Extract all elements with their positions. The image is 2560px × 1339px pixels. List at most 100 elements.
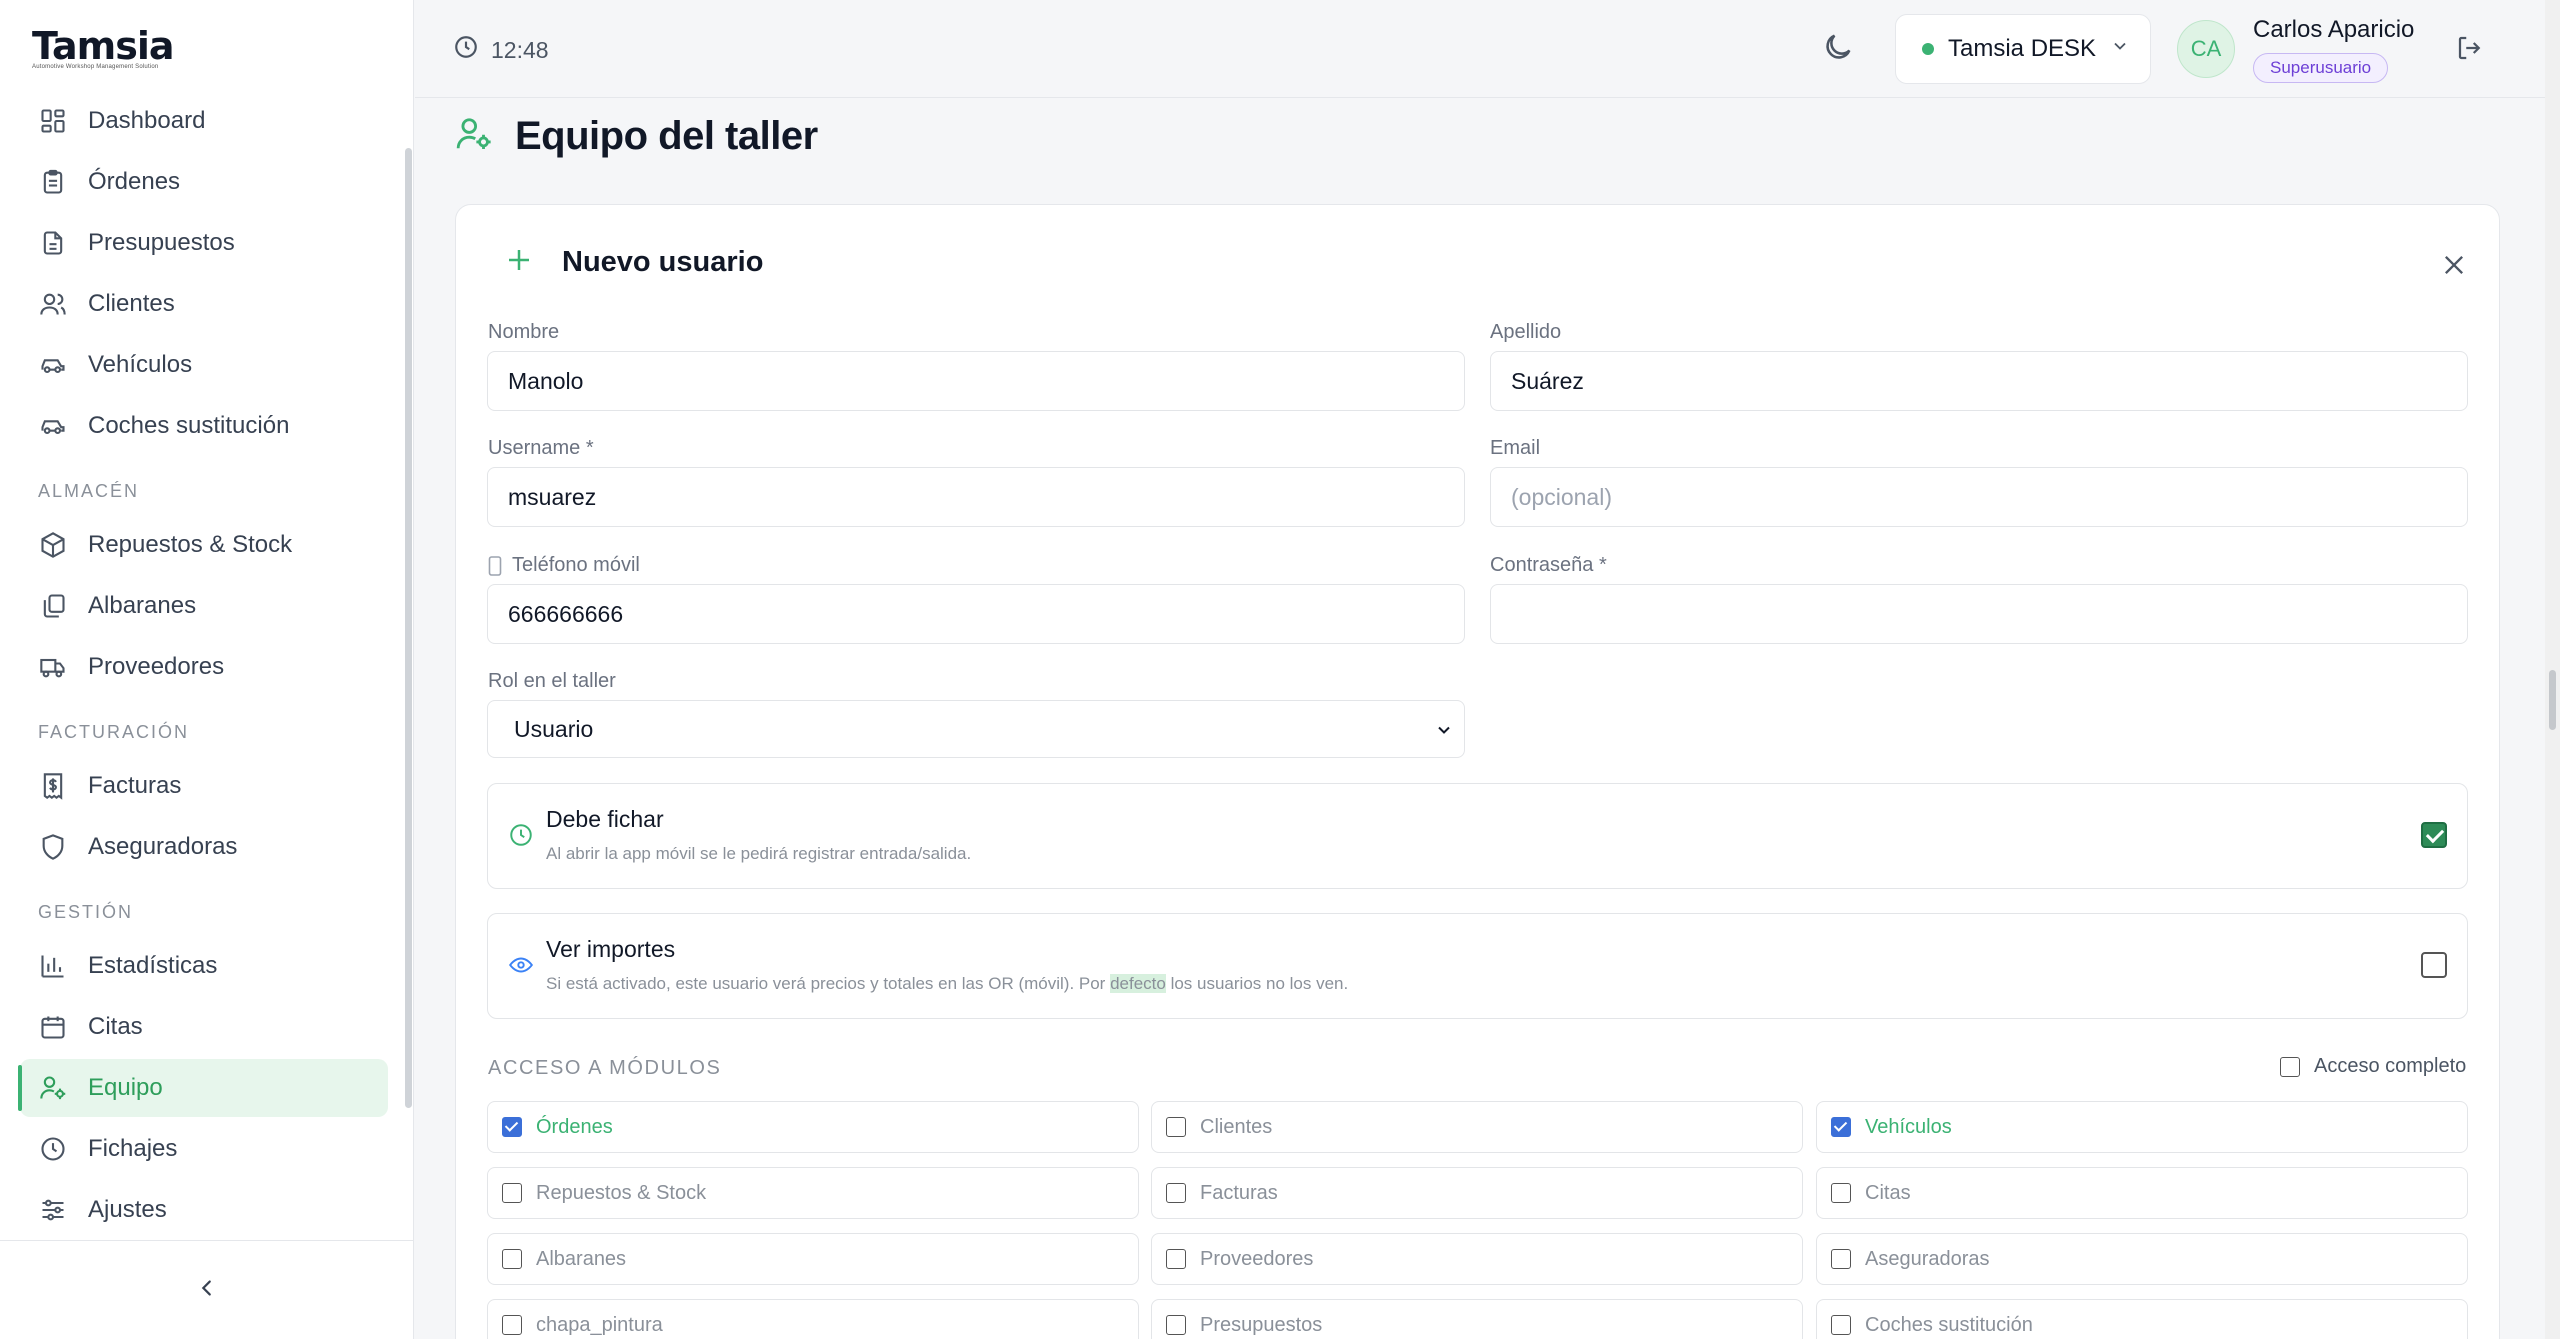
rol-select[interactable]: Usuario — [487, 700, 1465, 758]
nombre-label: Nombre — [488, 321, 560, 343]
module-label: chapa_pintura — [536, 1313, 663, 1336]
sidebar-item-ajustes[interactable]: Ajustes — [20, 1181, 388, 1239]
sidebar-item-dashboard[interactable]: Dashboard — [20, 92, 388, 150]
sidebar-item-label: Clientes — [88, 290, 175, 317]
ver-importes-desc-a: Si está activado, este usuario verá prec… — [546, 974, 1111, 993]
ver-importes-desc-b: los usuarios no los ven. — [1165, 974, 1349, 993]
module-citas[interactable]: Citas — [1816, 1167, 2468, 1219]
module-albaranes[interactable]: Albaranes — [487, 1233, 1139, 1285]
plus-icon — [504, 245, 534, 280]
sidebar-item-repuestos[interactable]: Repuestos & Stock — [20, 516, 388, 574]
clock-icon — [38, 1134, 68, 1164]
copy-icon — [38, 591, 68, 621]
card-title: Nuevo usuario — [562, 246, 764, 278]
module-aseguradoras[interactable]: Aseguradoras — [1816, 1233, 2468, 1285]
sidebar-item-aseguradoras[interactable]: Aseguradoras — [20, 818, 388, 876]
module-checkbox[interactable] — [1831, 1249, 1851, 1269]
module-checkbox[interactable] — [1166, 1117, 1186, 1137]
clock-icon — [453, 34, 491, 66]
logout-button[interactable] — [2455, 33, 2485, 68]
username-input[interactable]: msuarez — [487, 467, 1465, 527]
sidebar-item-presupuestos[interactable]: Presupuestos — [20, 214, 388, 272]
apellido-input[interactable]: Suárez — [1490, 351, 2468, 411]
page-title-text: Equipo del taller — [515, 114, 818, 158]
module-chapa-pintura[interactable]: chapa_pintura — [487, 1299, 1139, 1339]
module-label: Proveedores — [1200, 1247, 1314, 1270]
collapse-sidebar-button[interactable] — [0, 1240, 414, 1339]
module-label: Repuestos & Stock — [536, 1181, 707, 1204]
app-logo[interactable]: Tamsia Automotive Workshop Management So… — [32, 26, 175, 70]
sidebar-item-label: Citas — [88, 1013, 143, 1040]
module-facturas[interactable]: Facturas — [1151, 1167, 1803, 1219]
moon-icon — [1821, 34, 1855, 68]
sidebar-scrollbar[interactable] — [405, 148, 412, 1108]
role-badge: Superusuario — [2253, 53, 2389, 83]
module-ordenes[interactable]: Órdenes — [487, 1101, 1139, 1153]
password-input[interactable] — [1490, 584, 2468, 644]
car-icon — [38, 411, 68, 441]
dashboard-icon — [38, 106, 68, 136]
page-scrollbar[interactable] — [2545, 0, 2560, 1339]
telefono-input[interactable]: 666666666 — [487, 584, 1465, 644]
users-icon — [38, 289, 68, 319]
sidebar-item-proveedores[interactable]: Proveedores — [20, 638, 388, 696]
close-button[interactable] — [2440, 251, 2468, 284]
sidebar-item-facturas[interactable]: Facturas — [20, 757, 388, 815]
debe-fichar-checkbox[interactable] — [2421, 822, 2447, 848]
sidebar-item-label: Vehículos — [88, 351, 193, 378]
module-checkbox[interactable] — [1166, 1249, 1186, 1269]
module-repuestos[interactable]: Repuestos & Stock — [487, 1167, 1139, 1219]
full-access-toggle[interactable]: Acceso completo — [2280, 1055, 2466, 1078]
module-checkbox[interactable] — [502, 1249, 522, 1269]
module-checkbox[interactable] — [1831, 1183, 1851, 1203]
username-label: Username * — [488, 437, 594, 459]
module-clientes[interactable]: Clientes — [1151, 1101, 1803, 1153]
section-almacen: ALMACÉN — [38, 480, 140, 501]
sidebar-item-estadisticas[interactable]: Estadísticas — [20, 937, 388, 995]
module-vehiculos[interactable]: Vehículos — [1816, 1101, 2468, 1153]
sidebar-item-clientes[interactable]: Clientes — [20, 275, 388, 333]
sidebar-item-citas[interactable]: Citas — [20, 998, 388, 1056]
car-icon — [38, 350, 68, 380]
box-icon — [38, 530, 68, 560]
full-access-checkbox[interactable] — [2280, 1056, 2300, 1077]
module-presupuestos[interactable]: Presupuestos — [1151, 1299, 1803, 1339]
module-checkbox[interactable] — [1831, 1117, 1851, 1137]
logout-icon — [2455, 36, 2485, 67]
sidebar-item-albaranes[interactable]: Albaranes — [20, 577, 388, 635]
page-scrollbar-thumb[interactable] — [2549, 670, 2556, 730]
sidebar-item-equipo[interactable]: Equipo — [18, 1059, 388, 1117]
sidebar-item-fichajes[interactable]: Fichajes — [20, 1120, 388, 1178]
email-input[interactable]: (opcional) — [1490, 467, 2468, 527]
clipboard-icon — [38, 167, 68, 197]
sidebar-item-label: Fichajes — [88, 1135, 178, 1162]
debe-fichar-option: Debe fichar Al abrir la app móvil se le … — [487, 783, 2468, 889]
module-checkbox[interactable] — [1831, 1315, 1851, 1335]
highlighted-word: defecto — [1110, 974, 1166, 993]
module-checkbox[interactable] — [502, 1117, 522, 1137]
sidebar-item-label: Órdenes — [88, 168, 181, 195]
module-checkbox[interactable] — [1166, 1315, 1186, 1335]
sidebar-item-ordenes[interactable]: Órdenes — [20, 153, 388, 211]
module-coches-sustitucion[interactable]: Coches sustitución — [1816, 1299, 2468, 1339]
module-checkbox[interactable] — [502, 1315, 522, 1335]
nombre-input[interactable]: Manolo — [487, 351, 1465, 411]
card-header: Nuevo usuario — [504, 245, 763, 280]
module-checkbox[interactable] — [502, 1183, 522, 1203]
module-label: Coches sustitución — [1865, 1313, 2033, 1336]
ver-importes-checkbox[interactable] — [2421, 952, 2447, 978]
sidebar-item-coches-sustitucion[interactable]: Coches sustitución — [20, 397, 388, 455]
sidebar-item-label: Coches sustitución — [88, 412, 290, 439]
sidebar-item-vehiculos[interactable]: Vehículos — [20, 336, 388, 394]
eye-icon — [508, 952, 534, 983]
clock: 12:48 — [453, 34, 549, 66]
sidebar-item-label: Presupuestos — [88, 229, 235, 256]
module-proveedores[interactable]: Proveedores — [1151, 1233, 1803, 1285]
module-label: Vehículos — [1865, 1115, 1952, 1138]
module-checkbox[interactable] — [1166, 1183, 1186, 1203]
avatar[interactable]: CA — [2177, 20, 2235, 78]
logo-tagline: Automotive Workshop Management Solution — [32, 64, 159, 70]
theme-toggle-button[interactable] — [1821, 30, 1855, 69]
ver-importes-title: Ver importes — [546, 936, 676, 962]
workspace-selector[interactable]: Tamsia DESK — [1895, 14, 2151, 84]
